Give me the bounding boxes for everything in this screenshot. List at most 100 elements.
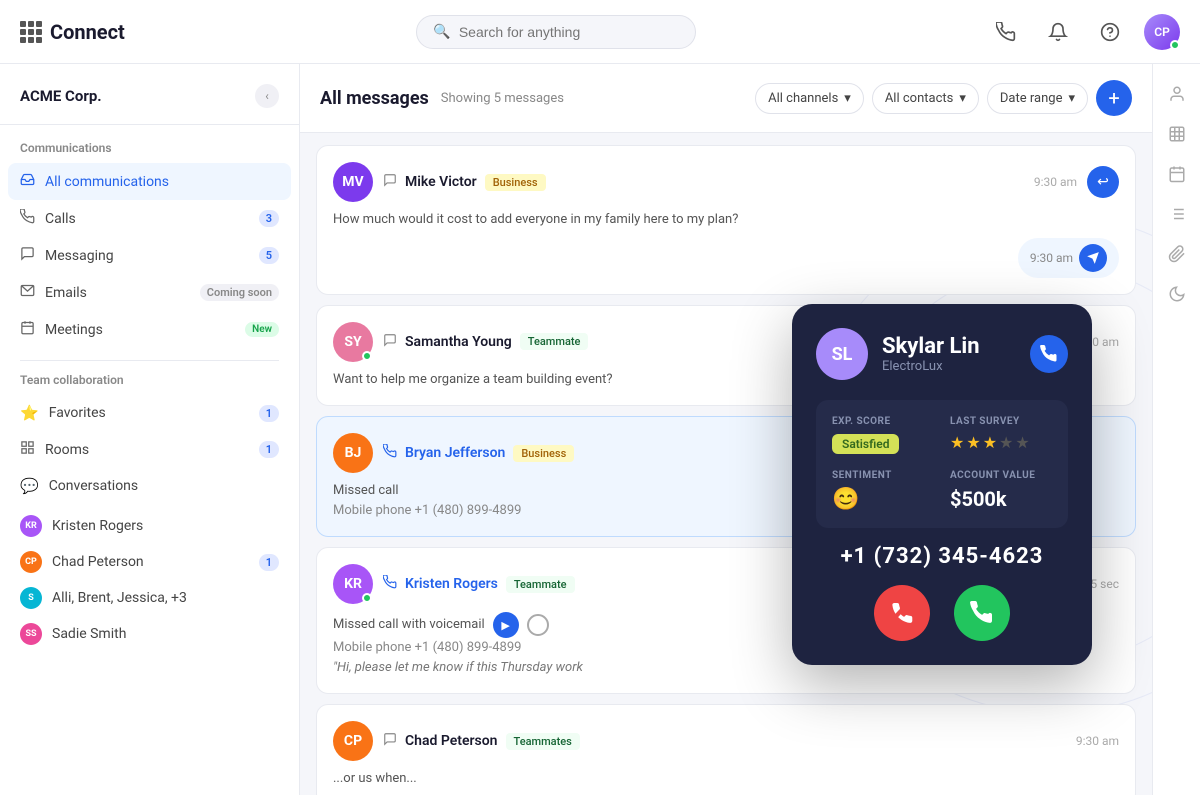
call-phone-number: +1 (732) 345-4623 [816,544,1068,569]
sidebar-divider-1 [20,360,279,361]
avatar-initials: CP [1154,25,1170,39]
group-name: Alli, Brent, Jessica, +3 [52,590,279,606]
conversations-icon: 💬 [20,477,39,495]
app-title: Connect [50,20,125,44]
star-1: ★ [950,433,964,452]
send-icon [1079,244,1107,272]
last-survey-label: LAST SURVEY [950,416,1052,427]
rooms-badge: 1 [259,441,279,458]
exp-score-label: EXP. SCORE [832,416,934,427]
message-channel-icon-5 [383,732,397,750]
rail-list-icon[interactable] [1159,196,1195,232]
messaging-icon [20,246,35,265]
decline-call-button[interactable] [874,585,930,641]
all-contacts-label: All contacts [885,91,954,106]
chad-peterson-tag: Teammates [506,733,580,750]
survey-stars: ★ ★ ★ ★ ★ [950,433,1052,452]
samantha-young-avatar: SY [333,322,373,362]
filter-all-contacts[interactable]: All contacts ▾ [872,83,979,114]
sidebar-item-conversations[interactable]: 💬 Conversations [0,468,299,504]
messages-filters: All channels ▾ All contacts ▾ Date range… [755,80,1132,116]
communications-section-title: Communications [0,141,299,163]
user-avatar[interactable]: CP [1144,14,1180,50]
messaging-label: Messaging [45,248,249,264]
all-channels-label: All channels [768,91,838,106]
team-section-title: Team collaboration [0,373,299,395]
messages-title: All messages [320,88,429,109]
filter-all-channels[interactable]: All channels ▾ [755,83,864,114]
chad-peterson-time: 9:30 am [1076,734,1119,748]
sidebar-item-rooms[interactable]: Rooms 1 [0,431,299,468]
chad-peterson-body: ...or us when... [333,769,1119,789]
rail-building-icon[interactable] [1159,116,1195,152]
messaging-badge: 5 [259,247,279,264]
sidebar-item-calls[interactable]: Calls 3 [0,200,299,237]
favorites-label: Favorites [49,405,249,421]
mike-victor-tag: Business [485,174,546,191]
chad-peterson-name: Chad Peterson [405,733,498,749]
sadie-avatar: SS [20,623,42,645]
rail-moon-icon[interactable] [1159,276,1195,312]
star-4: ★ [999,433,1013,452]
add-message-button[interactable]: + [1096,80,1132,116]
kristen-avatar: KR [20,515,42,537]
rail-person-icon[interactable] [1159,76,1195,112]
emails-icon [20,283,35,302]
notifications-button[interactable] [1040,14,1076,50]
messages-count: Showing 5 messages [441,91,564,106]
conversations-label: Conversations [49,478,279,494]
bryan-jefferson-name: Bryan Jefferson [405,445,505,461]
help-button[interactable] [1092,14,1128,50]
search-input[interactable] [459,24,680,40]
conversation-item-chad[interactable]: CP Chad Peterson 1 [20,544,279,580]
account-value: $500k [950,487,1052,511]
kristen-rogers-name: Kristen Rogers [405,576,498,592]
kristen-rogers-body: Missed call with voicemail [333,615,485,635]
star-3: ★ [983,433,997,452]
inbox-icon [20,172,35,191]
sidebar-item-favorites[interactable]: ⭐ Favorites 1 [0,395,299,431]
call-card: SL Skylar Lin ElectroLux EXP. SCORE [792,304,1092,665]
sentiment-label: SENTIMENT [832,470,934,481]
search-icon: 🔍 [433,24,450,40]
rail-clip-icon[interactable] [1159,236,1195,272]
accept-call-button[interactable] [954,585,1010,641]
grid-icon [20,21,42,43]
mike-victor-reply-button[interactable]: ↩ [1087,166,1119,198]
calls-badge: 3 [259,210,279,227]
skylar-lin-name: Skylar Lin [882,334,980,359]
plus-icon: + [1108,86,1119,110]
message-card-chad-peterson[interactable]: CP Chad Peterson Teammates 9:30 am ...or… [316,704,1136,795]
star-2: ★ [966,433,980,452]
call-card-phone-icon[interactable] [1030,335,1068,373]
emails-badge: Coming soon [200,284,279,301]
sidebar-org: ACME Corp. ‹ [0,84,299,125]
sidebar-item-messaging[interactable]: Messaging 5 [0,237,299,274]
sidebar-item-emails[interactable]: Emails Coming soon [0,274,299,311]
filter-date-range[interactable]: Date range ▾ [987,83,1088,114]
conversation-item-group[interactable]: S Alli, Brent, Jessica, +3 [20,580,279,616]
rail-calendar-icon[interactable] [1159,156,1195,192]
mike-victor-body: How much would it cost to add everyone i… [333,210,1119,230]
mike-victor-time: 9:30 am [1034,175,1077,189]
phone-button[interactable] [988,14,1024,50]
meetings-badge: New [245,322,279,337]
meetings-icon [20,320,35,339]
message-card-mike-victor[interactable]: MV Mike Victor Business 9:30 am ↩ How mu… [316,145,1136,295]
conversation-item-kristen[interactable]: KR Kristen Rogers [20,508,279,544]
mike-victor-avatar: MV [333,162,373,202]
app-logo: Connect [20,20,125,44]
mike-victor-name: Mike Victor [405,174,477,190]
all-communications-label: All communications [45,174,279,190]
search-box[interactable]: 🔍 [416,15,696,49]
conversation-item-sadie[interactable]: SS Sadie Smith [20,616,279,652]
emails-label: Emails [45,285,190,301]
call-actions [816,585,1068,641]
collapse-sidebar-button[interactable]: ‹ [255,84,279,108]
calls-label: Calls [45,211,249,227]
sidebar-item-meetings[interactable]: Meetings New [0,311,299,348]
sidebar-item-all-communications[interactable]: All communications [8,163,291,200]
group-avatar: S [20,587,42,609]
sentiment-emoji: 😊 [832,487,934,512]
voicemail-play-button[interactable]: ▶ [493,612,519,638]
